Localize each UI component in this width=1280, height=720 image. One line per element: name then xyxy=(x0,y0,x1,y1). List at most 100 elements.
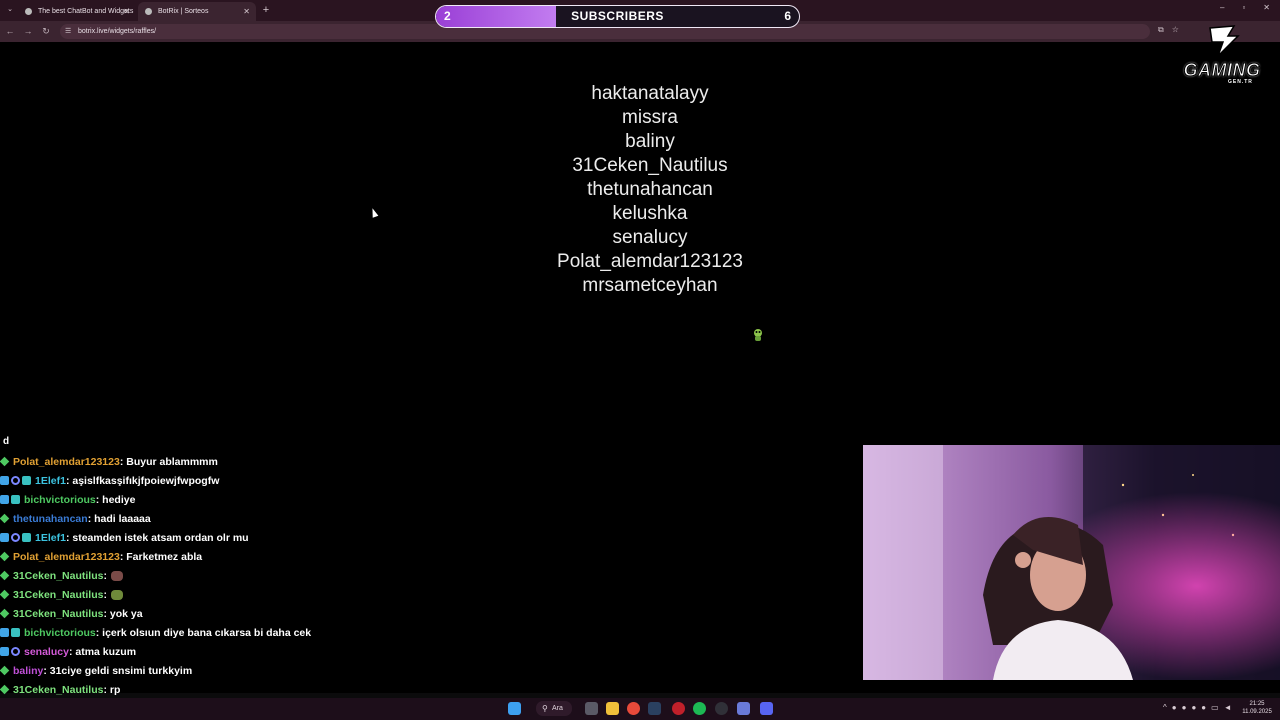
network-icon[interactable]: ▭ xyxy=(1211,703,1219,712)
chat-text: : içerk olsıun diye bana cıkarsa bi daha… xyxy=(95,626,312,639)
app-icon[interactable] xyxy=(737,702,750,715)
chat-message: 31Ceken_Nautilus : rp xyxy=(0,680,120,699)
minimize-icon[interactable]: – xyxy=(1220,3,1224,12)
chat-badge-icon xyxy=(0,495,9,504)
mouse-cursor-icon xyxy=(369,207,379,218)
chat-message: 31Ceken_Nautilus : xyxy=(0,566,123,585)
start-menu-icon[interactable] xyxy=(508,702,521,715)
chat-badge-icon xyxy=(0,533,9,542)
lightning-logo-icon xyxy=(1209,25,1240,57)
site-info-icon[interactable]: ☰ xyxy=(65,27,71,35)
close-window-icon[interactable]: ✕ xyxy=(1263,3,1270,12)
chat-username[interactable]: 31Ceken_Nautilus xyxy=(13,608,103,620)
subscriber-goal-bar: 2 SUBSCRIBERS 6 xyxy=(435,5,800,28)
chat-username[interactable]: 31Ceken_Nautilus xyxy=(13,684,103,696)
raffle-name: mrsametceyhan xyxy=(582,275,718,296)
opera-icon[interactable] xyxy=(672,702,685,715)
chat-username[interactable]: thetunahancan xyxy=(13,513,88,525)
chat-message: 31Ceken_Nautilus : yok ya xyxy=(0,604,143,623)
chat-badge-icon xyxy=(22,533,31,542)
chat-username[interactable]: bichvictorious xyxy=(24,627,96,639)
chat-truncated-line: d xyxy=(3,436,10,447)
tab-title: The best ChatBot and Widgets xyxy=(38,8,134,15)
discord-icon[interactable] xyxy=(760,702,773,715)
tray-app-icon[interactable]: ● xyxy=(1172,703,1177,712)
close-tab-icon[interactable]: ✕ xyxy=(123,2,130,21)
new-tab-icon[interactable]: + xyxy=(259,2,273,18)
tab-favicon-icon xyxy=(25,8,32,15)
raffle-name: baliny xyxy=(625,131,675,152)
tray-app-icon[interactable]: ● xyxy=(1191,703,1196,712)
chat-badge-icon xyxy=(11,476,20,485)
chat-username[interactable]: 1Elef1 xyxy=(35,475,66,487)
chat-badge-icon xyxy=(11,628,20,637)
chat-text: : xyxy=(103,569,107,582)
chat-username[interactable]: bichvictorious xyxy=(24,494,96,506)
obs-icon[interactable] xyxy=(715,702,728,715)
subscriber-goal-title: SUBSCRIBERS xyxy=(571,9,664,23)
raffle-name: senalucy xyxy=(612,227,688,248)
translate-icon[interactable]: ⧉ xyxy=(1158,25,1164,35)
tray-overflow-icon[interactable]: ^ xyxy=(1163,703,1167,712)
close-tab-icon[interactable]: ✕ xyxy=(243,2,250,21)
chat-text: : steamden istek atsam ordan olr mu xyxy=(65,531,249,544)
tab-search-icon[interactable]: ⌄ xyxy=(4,4,16,16)
chat-badge-icon xyxy=(0,647,9,656)
volume-icon[interactable]: ◄ xyxy=(1224,703,1232,712)
tray-app-icon[interactable]: ● xyxy=(1182,703,1187,712)
chat-username[interactable]: baliny xyxy=(13,665,43,677)
raffle-name-list: haktanatalayy missra baliny 31Ceken_Naut… xyxy=(450,82,850,298)
chat-username[interactable]: Polat_alemdar123123 xyxy=(13,551,120,563)
forward-icon[interactable]: → xyxy=(22,25,34,37)
tab-favicon-icon xyxy=(145,8,152,15)
maximize-icon[interactable]: ▫ xyxy=(1242,3,1245,12)
webcam-feed xyxy=(863,445,1280,680)
chat-username[interactable]: 31Ceken_Nautilus xyxy=(13,570,103,582)
chat-badge-icon xyxy=(0,570,10,581)
chat-message: Polat_alemdar123123 : Buyur ablammmm xyxy=(0,452,218,471)
spotify-icon[interactable] xyxy=(693,702,706,715)
taskbar-clock[interactable]: 21:25 11.09.2025 xyxy=(1240,700,1274,716)
taskbar-search[interactable]: ⚲ Ara xyxy=(536,701,572,716)
chat-badge-icon xyxy=(0,608,10,619)
chat-text: : atma kuzum xyxy=(68,645,137,658)
chat-text: : Farketmez abla xyxy=(119,550,203,563)
chat-badge-icon xyxy=(22,476,31,485)
chat-message: thetunahancan : hadi laaaaa xyxy=(0,509,151,528)
windows-taskbar: ⚲ Ara ^ ● ● ● ● ▭ ◄ 21:25 11.09.2025 xyxy=(0,698,1280,720)
tab-botrix[interactable]: BotRix | Sorteos ✕ xyxy=(138,2,256,21)
url-text: botrix.live/widgets/raffles/ xyxy=(78,28,157,35)
back-icon[interactable]: ← xyxy=(4,25,16,37)
system-tray: ^ ● ● ● ● ▭ ◄ xyxy=(1163,703,1232,712)
chat-emote-icon xyxy=(110,589,123,600)
raffle-name: Polat_alemdar123123 xyxy=(557,251,743,272)
chat-badge-icon xyxy=(0,456,10,467)
search-icon: ⚲ xyxy=(542,704,548,713)
chat-message: bichvictorious : içerk olsıun diye bana … xyxy=(0,623,311,642)
taskbar-search-label: Ara xyxy=(552,705,563,712)
raffle-name: 31Ceken_Nautilus xyxy=(572,155,728,176)
frog-emote-icon xyxy=(754,329,762,341)
chat-text: : Buyur ablammmm xyxy=(119,455,218,468)
chat-overlay: d Polat_alemdar123123 : Buyur ablammmm 1E… xyxy=(0,436,480,720)
reload-icon[interactable]: ↻ xyxy=(40,25,52,37)
tab-chatbot[interactable]: The best ChatBot and Widgets ✕ xyxy=(18,2,136,21)
chat-message: Polat_alemdar123123 : Farketmez abla xyxy=(0,547,202,566)
chat-text: : rp xyxy=(103,683,121,696)
tray-app-icon[interactable]: ● xyxy=(1201,703,1206,712)
chat-username[interactable]: 1Elef1 xyxy=(35,532,66,544)
tab-title: BotRix | Sorteos xyxy=(158,8,209,15)
task-view-icon[interactable] xyxy=(585,702,598,715)
chrome-icon[interactable] xyxy=(627,702,640,715)
webcam-image xyxy=(863,445,1280,680)
chat-message: senalucy : atma kuzum xyxy=(0,642,136,661)
steam-icon[interactable] xyxy=(648,702,661,715)
logo-wordmark: GAMING xyxy=(1183,60,1261,81)
chat-message: baliny : 31ciye geldi snsimi turkkyim xyxy=(0,661,192,680)
chat-badge-icon xyxy=(0,665,10,676)
chat-username[interactable]: senalucy xyxy=(24,646,69,658)
chat-username[interactable]: Polat_alemdar123123 xyxy=(13,456,120,468)
file-explorer-icon[interactable] xyxy=(606,702,619,715)
chat-username[interactable]: 31Ceken_Nautilus xyxy=(13,589,103,601)
subscriber-goal-target: 6 xyxy=(784,9,791,23)
